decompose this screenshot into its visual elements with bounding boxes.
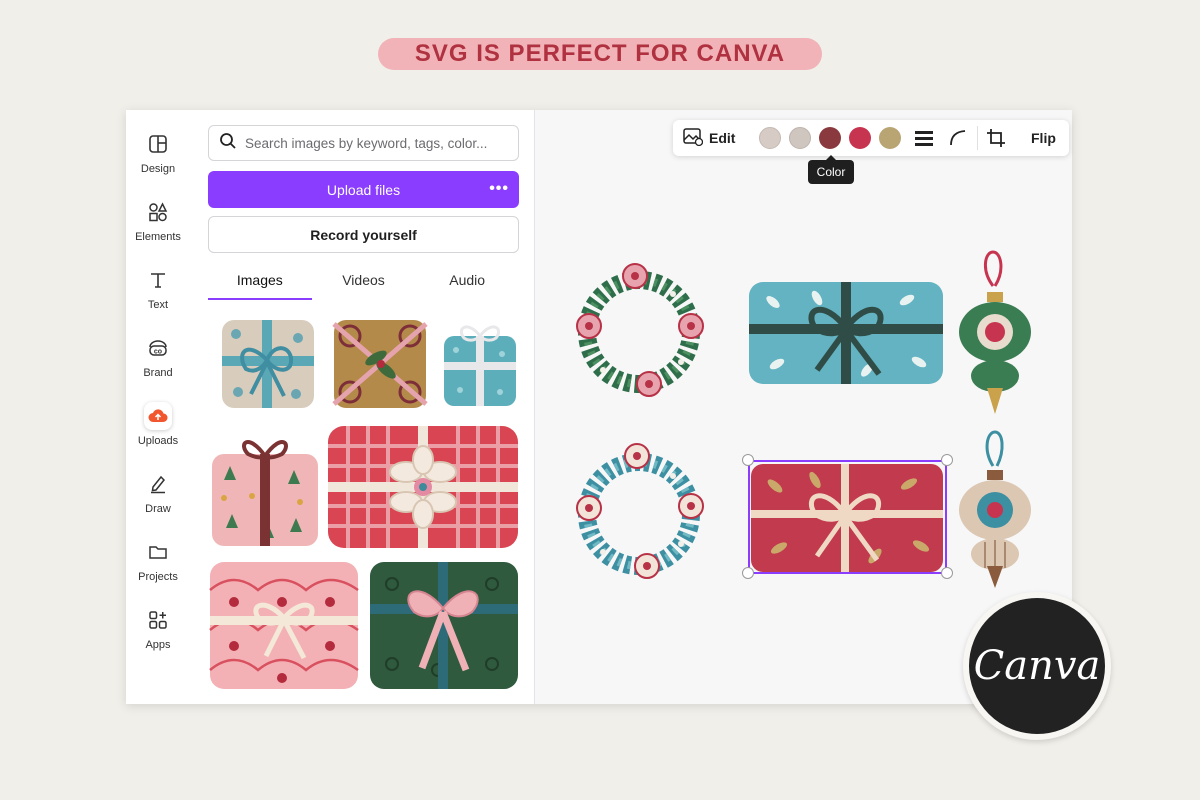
nav-item-brand[interactable]: co Brand (126, 334, 190, 394)
nav-item-projects[interactable]: Projects (126, 538, 190, 598)
image-gallery (208, 306, 519, 691)
nav-label-apps: Apps (145, 639, 171, 651)
color-swatch[interactable] (879, 127, 901, 149)
wreath-artwork[interactable] (573, 432, 705, 599)
nav-label-draw: Draw (145, 503, 171, 515)
nav-label-uploads: Uploads (137, 435, 179, 447)
toolbar-divider (977, 126, 978, 150)
search-input[interactable] (245, 135, 505, 151)
upload-files-button[interactable]: Upload files ••• (208, 171, 519, 208)
record-yourself-button[interactable]: Record yourself (208, 216, 519, 253)
elements-icon (144, 198, 172, 226)
canva-editor-window: Design Elements Text co Brand Uploads Dr… (126, 110, 1072, 704)
tab-audio[interactable]: Audio (415, 266, 519, 300)
gift-thumbnail[interactable] (326, 424, 519, 550)
color-tooltip: Color (808, 155, 854, 184)
canva-logo-text: Canva (973, 643, 1101, 689)
color-swatch[interactable] (849, 127, 871, 149)
flip-button[interactable]: Flip (1031, 130, 1056, 146)
beige-ornament-artwork[interactable] (955, 430, 1035, 595)
resize-handle[interactable] (941, 454, 953, 466)
canva-logo: Canva (963, 592, 1111, 740)
nav-item-text[interactable]: Text (126, 266, 190, 326)
nav-label-projects: Projects (138, 571, 178, 583)
svg-text:co: co (154, 349, 162, 356)
promo-banner: SVG IS PERFECT FOR CANVA (378, 38, 822, 70)
nav-label-text: Text (147, 299, 169, 311)
side-navigation: Design Elements Text co Brand Uploads Dr… (126, 110, 190, 704)
folder-icon (144, 538, 172, 566)
blue-gift-artwork[interactable] (747, 278, 945, 393)
nav-label-elements: Elements (135, 231, 181, 243)
gift-thumbnail[interactable] (328, 314, 432, 414)
record-yourself-label: Record yourself (310, 226, 417, 243)
color-swatch[interactable] (789, 127, 811, 149)
edit-image-button[interactable]: Edit (683, 127, 736, 149)
resize-handle[interactable] (742, 567, 754, 579)
upload-files-label: Upload files (326, 181, 401, 198)
nav-item-uploads[interactable]: Uploads (126, 402, 190, 462)
gift-thumbnail[interactable] (208, 560, 360, 691)
nav-item-apps[interactable]: Apps (126, 606, 190, 666)
gift-thumbnail[interactable] (216, 314, 320, 414)
search-icon (219, 132, 237, 155)
gift-thumbnail[interactable] (440, 314, 519, 414)
promo-banner-text: SVG IS PERFECT FOR CANVA (414, 40, 786, 67)
gift-thumbnail[interactable] (208, 424, 322, 550)
nav-label-design: Design (140, 163, 176, 175)
resize-handle[interactable] (742, 454, 754, 466)
nav-label-brand: Brand (143, 367, 173, 379)
tab-images[interactable]: Images (208, 266, 312, 300)
media-tabs: Images Videos Audio (208, 266, 519, 300)
color-swatch[interactable] (759, 127, 781, 149)
search-box[interactable] (208, 125, 519, 161)
design-icon (144, 130, 172, 158)
gift-thumbnail[interactable] (368, 560, 519, 691)
uploads-panel: Upload files ••• Record yourself Images … (190, 110, 536, 704)
resize-handle[interactable] (941, 567, 953, 579)
selection-frame[interactable] (748, 460, 947, 574)
color-swatch-selected[interactable] (819, 127, 841, 149)
nav-item-design[interactable]: Design (126, 130, 190, 190)
nav-item-draw[interactable]: Draw (126, 470, 190, 530)
text-icon (144, 266, 172, 294)
more-options-icon[interactable]: ••• (489, 180, 509, 198)
nav-item-elements[interactable]: Elements (126, 198, 190, 258)
brand-icon: co (144, 334, 172, 362)
draw-icon (144, 470, 172, 498)
corner-rounding-icon[interactable] (949, 129, 967, 152)
upload-cloud-icon (144, 402, 172, 430)
green-ornament-artwork[interactable] (955, 250, 1035, 421)
edit-label: Edit (709, 130, 736, 146)
wreath-artwork[interactable] (573, 250, 705, 417)
edit-image-icon (683, 127, 704, 149)
apps-icon (144, 606, 172, 634)
tab-videos[interactable]: Videos (312, 266, 416, 300)
crop-icon[interactable] (987, 129, 1005, 152)
context-toolbar: Edit Flip (673, 120, 1069, 156)
border-style-icon[interactable] (915, 129, 933, 152)
